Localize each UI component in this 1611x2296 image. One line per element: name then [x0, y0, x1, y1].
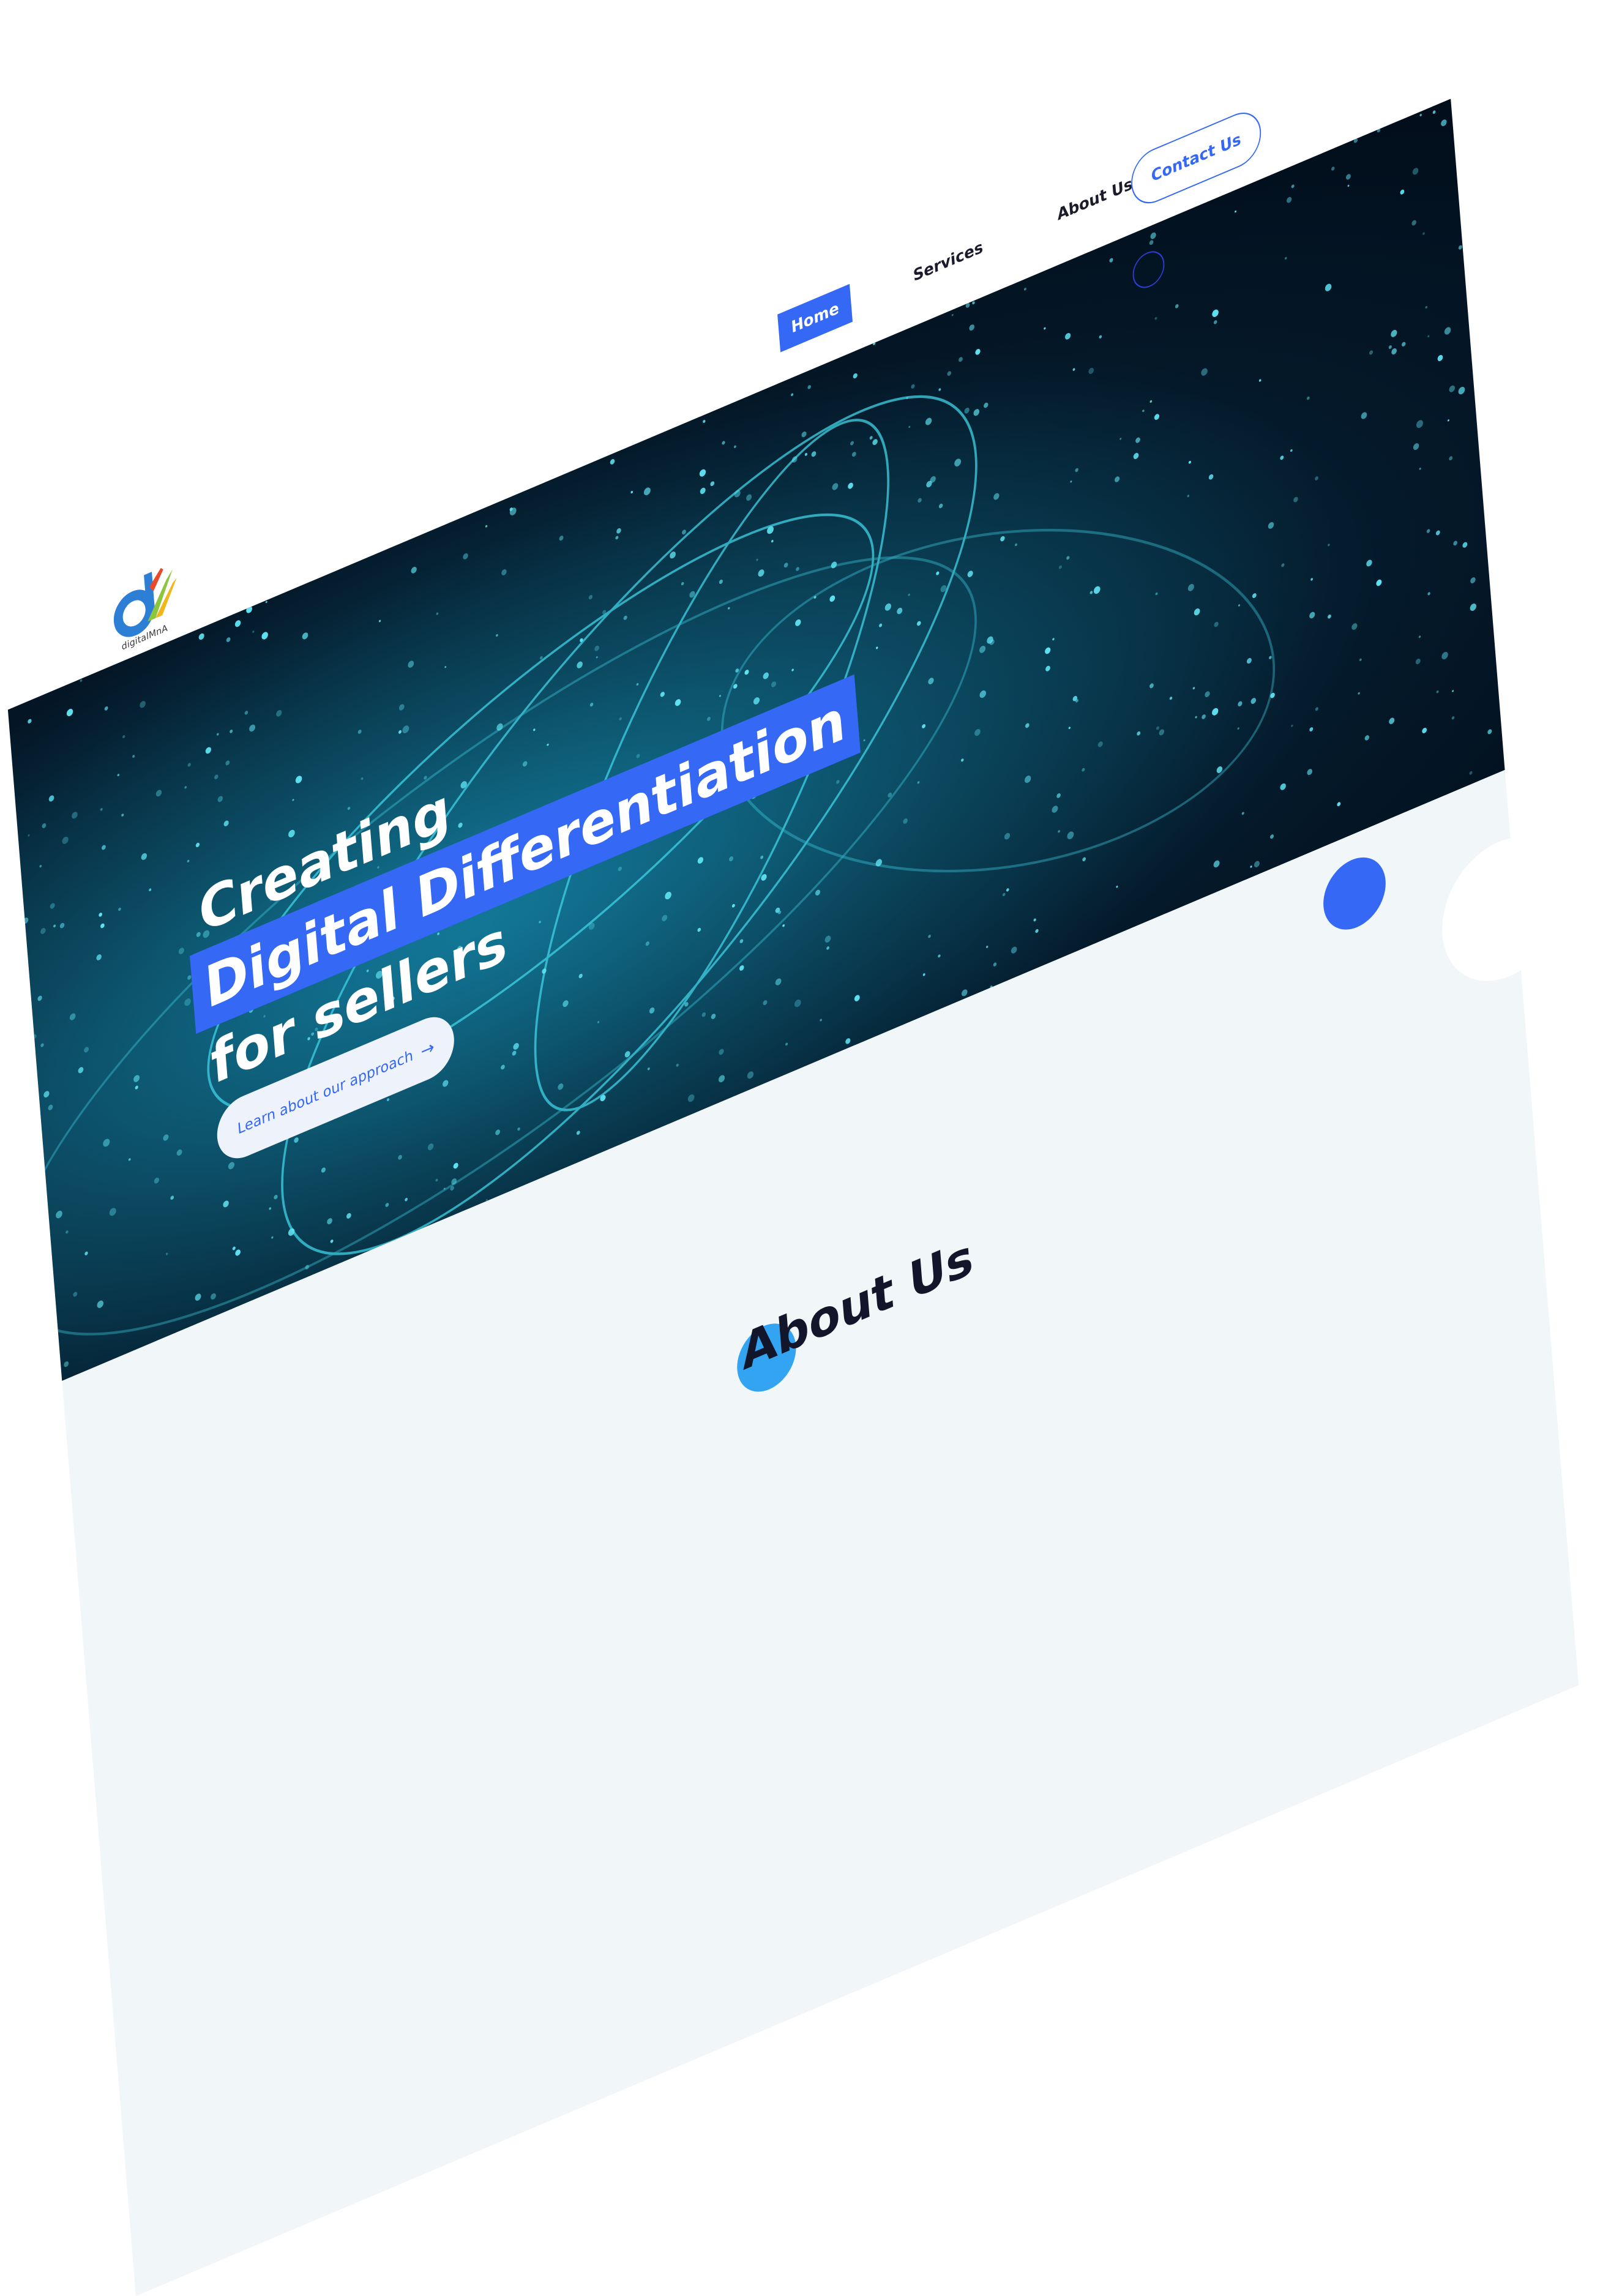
- arrow-right-icon: →: [420, 1036, 435, 1062]
- nav-item-services[interactable]: Services: [899, 223, 996, 301]
- nav-item-about-us[interactable]: About Us: [1044, 160, 1146, 240]
- page-sheet: digitalMnA Home Services About Us Contac…: [0, 0, 1611, 2296]
- about-blob-decoration: [1437, 815, 1572, 1003]
- about-dot-decoration: [1320, 847, 1389, 941]
- about-heading: About Us: [734, 1227, 975, 1402]
- nav-item-home[interactable]: Home: [777, 283, 853, 353]
